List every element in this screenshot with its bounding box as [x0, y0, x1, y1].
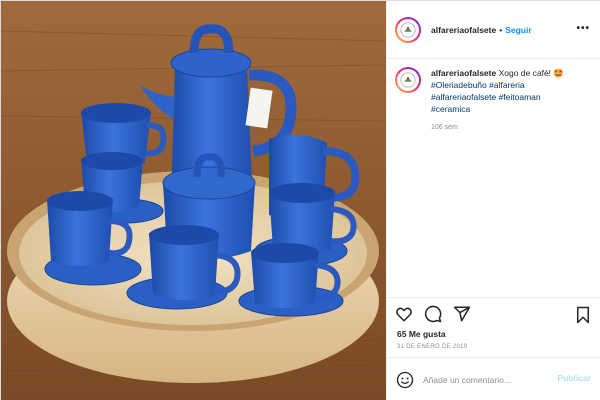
hashtag-line[interactable]: #ceramica: [431, 103, 591, 115]
comment-icon[interactable]: [424, 305, 442, 323]
hashtag-list: #Oleriadebuño #alfareria #alfareriaofals…: [431, 79, 591, 115]
brand-logo-icon: [400, 72, 416, 88]
post-photo[interactable]: [1, 1, 386, 400]
post-side-panel: alfareriaofalsete • Seguir ••• alfareria…: [386, 1, 600, 400]
caption-avatar[interactable]: [395, 67, 421, 93]
author-username[interactable]: alfareriaofalsete: [431, 25, 496, 35]
avatar[interactable]: [395, 16, 421, 43]
likes-count[interactable]: 65 Me gusta: [397, 329, 446, 339]
caption-username[interactable]: alfareriaofalsete: [431, 68, 496, 78]
caption-body: alfareriaofalsete Xogo de café! 🤩 #Oleri…: [431, 67, 591, 131]
caption-message: Xogo de café! 🤩: [498, 68, 564, 78]
publish-button[interactable]: Publicar: [557, 373, 591, 383]
ceramic-coffee-set-image: [1, 1, 386, 400]
caption-timestamp: 106 sem: [431, 124, 458, 131]
post-header: alfareriaofalsete • Seguir •••: [387, 1, 600, 59]
post-date: 31 DE ENERO DE 2019: [397, 344, 468, 350]
caption-text: alfareriaofalsete Xogo de café! 🤩: [431, 67, 591, 79]
caption: alfareriaofalsete Xogo de café! 🤩 #Oleri…: [395, 67, 595, 131]
hashtag-line[interactable]: #Oleriadebuño #alfareria: [431, 79, 591, 91]
share-icon[interactable]: [453, 305, 471, 323]
separator-dot: •: [499, 24, 503, 35]
comment-bar: Publicar: [387, 357, 600, 400]
hashtag-line[interactable]: #alfareriaofalsete #feitoaman: [431, 91, 591, 103]
more-options-icon[interactable]: •••: [576, 24, 590, 34]
brand-logo-icon: [400, 21, 416, 38]
follow-button[interactable]: Seguir: [505, 25, 531, 35]
emoji-icon[interactable]: [396, 371, 414, 389]
bookmark-icon[interactable]: [575, 306, 591, 324]
comment-input[interactable]: [423, 374, 543, 385]
heart-icon[interactable]: [395, 305, 413, 323]
instagram-post: alfareriaofalsete • Seguir ••• alfareria…: [0, 0, 600, 400]
